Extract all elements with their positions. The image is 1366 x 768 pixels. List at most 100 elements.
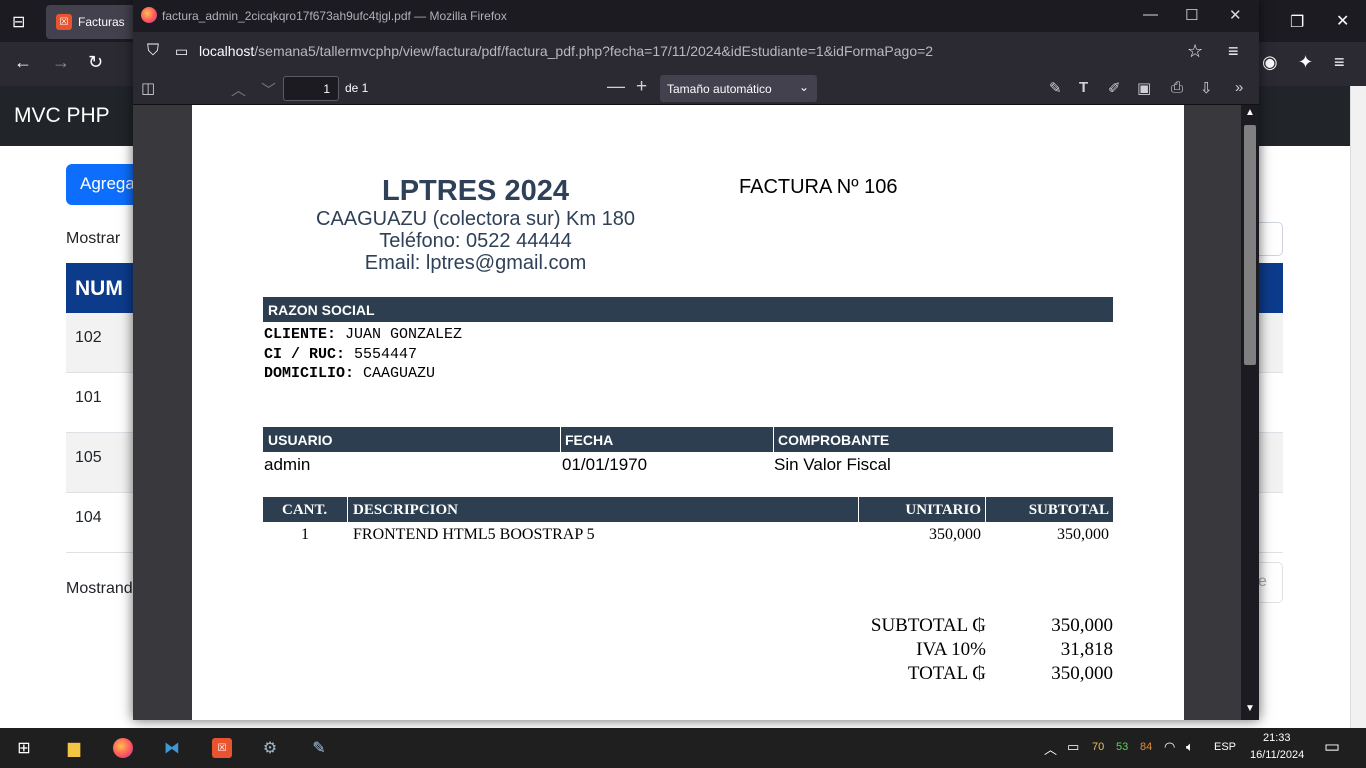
clock-time[interactable]: 21:33	[1263, 732, 1291, 744]
forward-icon[interactable]: →	[52, 52, 70, 73]
popup-title-bar: factura_admin_2cicqkqro17f673ah9ufc4tjgl…	[133, 0, 1259, 32]
client-line: CLIENTE: JUAN GONZALEZ	[264, 326, 462, 343]
zoom-in-icon[interactable]: +	[636, 76, 647, 98]
brand[interactable]: MVC PHP	[14, 104, 110, 128]
next-page-icon[interactable]: ﹀	[261, 79, 276, 100]
table-row-end	[1258, 433, 1283, 493]
page-icon: ▭	[175, 43, 188, 60]
notifications-icon[interactable]: ▭	[1324, 737, 1340, 757]
disk-temp: 84	[1140, 741, 1152, 753]
previous-page-icon[interactable]: ︿	[231, 79, 246, 100]
windows-start-icon[interactable]: ⊞	[12, 736, 36, 760]
item-subtotal: 350,000	[1057, 526, 1109, 544]
domicilio-value: CAAGUAZU	[363, 365, 435, 382]
meta-usuario: admin	[264, 455, 310, 475]
items-header-unit: UNITARIO	[905, 502, 981, 519]
meta-comprobante: Sin Valor Fiscal	[774, 455, 891, 475]
url-bar: ⛉ ▭ localhost/semana5/tallermvcphp/view/…	[133, 32, 1259, 72]
language-indicator[interactable]: ESP	[1214, 741, 1236, 753]
popup-title: factura_admin_2cicqkqro17f673ah9ufc4tjgl…	[162, 9, 507, 23]
ruc-value: 5554447	[354, 346, 417, 363]
close-icon[interactable]: ✕	[1229, 6, 1242, 24]
scroll-up-icon[interactable]: ▲	[1245, 107, 1255, 118]
pager-next[interactable]: e	[1258, 562, 1283, 603]
image-icon[interactable]: ▣	[1137, 79, 1151, 97]
bookmark-star-icon[interactable]: ☆	[1187, 41, 1203, 62]
total-label: TOTAL ₲	[908, 663, 986, 685]
invoice-page: LPTRES 2024 CAAGUAZU (colectora sur) Km …	[192, 105, 1184, 720]
tab-label: Facturas	[78, 15, 125, 29]
pdf-scroll-thumb[interactable]	[1244, 125, 1256, 365]
minimize-icon[interactable]: —	[1143, 6, 1158, 23]
zoom-select[interactable]: Tamaño automático ⌄	[660, 75, 817, 102]
file-explorer-icon[interactable]: ▆	[62, 736, 86, 760]
divider	[985, 497, 986, 522]
total-value: 350,000	[1051, 663, 1113, 685]
domicilio-label: DOMICILIO:	[264, 365, 354, 382]
xampp-taskbar-icon[interactable]: ☒	[210, 736, 234, 760]
highlight-icon[interactable]: ✎	[1049, 79, 1062, 97]
clock-date[interactable]: 16/11/2024	[1250, 749, 1304, 761]
firefox-taskbar-icon[interactable]	[111, 736, 135, 760]
table-row-end	[1258, 313, 1283, 373]
item-qty: 1	[301, 526, 309, 544]
maximize-icon[interactable]: ☐	[1185, 6, 1198, 24]
vscode-icon[interactable]: ⧓	[160, 736, 184, 760]
items-header-cant: CANT.	[282, 502, 327, 519]
url-input[interactable]: ▭ localhost/semana5/tallermvcphp/view/fa…	[169, 38, 1209, 66]
company-phone: Teléfono: 0522 44444	[192, 230, 759, 253]
account-icon[interactable]: ◉	[1262, 52, 1278, 73]
search-input[interactable]	[1258, 222, 1283, 256]
menu-icon[interactable]: ≡	[1228, 41, 1239, 62]
save-icon[interactable]: ⇩	[1200, 79, 1213, 97]
reload-icon[interactable]: ↻	[88, 52, 103, 73]
scroll-down-icon[interactable]: ▼	[1245, 703, 1255, 714]
page-scrollbar[interactable]	[1350, 86, 1366, 728]
tab-list-icon[interactable]: ⊟	[12, 12, 25, 32]
pdf-toolbar: ◫ ︿ ﹀ 1 de 1 — + Tamaño automático ⌄ ✎ T…	[133, 72, 1259, 105]
items-header-subtotal: SUBTOTAL	[1029, 502, 1109, 519]
pdf-viewer: LPTRES 2024 CAAGUAZU (colectora sur) Km …	[133, 105, 1241, 720]
extensions-icon[interactable]: ✦	[1298, 52, 1313, 73]
razon-social-header: RAZON SOCIAL	[263, 297, 1113, 322]
menu-icon[interactable]: ≡	[1334, 52, 1345, 73]
meta-header-fecha: FECHA	[565, 432, 613, 448]
divider	[858, 497, 859, 522]
page-number-input[interactable]: 1	[283, 76, 339, 101]
table-row-end	[1258, 373, 1283, 433]
text-icon[interactable]: T	[1079, 79, 1088, 96]
firefox-icon	[141, 7, 157, 23]
chevron-down-icon: ⌄	[799, 80, 809, 94]
client-label: CLIENTE:	[264, 326, 336, 343]
battery-icon[interactable]: ▭	[1067, 739, 1079, 755]
back-icon[interactable]: ←	[14, 52, 32, 73]
wifi-icon[interactable]: ◠	[1164, 739, 1175, 755]
company-name: LPTRES 2024	[192, 175, 759, 208]
meta-fecha: 01/01/1970	[562, 455, 647, 475]
item-desc: FRONTEND HTML5 BOOSTRAP 5	[353, 526, 595, 544]
zoom-out-icon[interactable]: —	[607, 76, 625, 97]
razon-social-label: RAZON SOCIAL	[268, 302, 375, 318]
print-icon[interactable]: ⎙	[1171, 79, 1183, 96]
paint-icon[interactable]: ✎	[307, 736, 331, 760]
taskbar: ⊞ ▆ ⧓ ☒ ⚙ ✎ ︿ ▭ 70 53 84 ◠ 🔈︎ ESP 21:33 …	[0, 728, 1366, 768]
volume-muted-icon[interactable]: 🔈︎	[1186, 739, 1194, 755]
draw-icon[interactable]: ✐	[1108, 79, 1121, 97]
more-tools-icon[interactable]: »	[1235, 79, 1243, 96]
url-path: /semana5/tallermvcphp/view/factura/pdf/f…	[254, 43, 933, 59]
tray-chevron-up-icon[interactable]: ︿	[1044, 739, 1057, 758]
shield-icon[interactable]: ⛉	[147, 42, 159, 60]
client-value: JUAN GONZALEZ	[345, 326, 462, 343]
showing-entries-label: Mostrand	[66, 580, 133, 598]
sidebar-toggle-icon[interactable]: ◫	[141, 79, 155, 97]
subtotal-value: 350,000	[1051, 615, 1113, 637]
settings-gear-icon[interactable]: ⚙	[258, 736, 282, 760]
iva-label: IVA 10%	[916, 639, 986, 661]
tab-facturas[interactable]: ☒ Facturas	[46, 5, 136, 39]
pdf-scrollbar[interactable]: ▲ ▼	[1241, 105, 1259, 720]
divider	[773, 427, 774, 452]
table-header-sort[interactable]	[1258, 263, 1283, 313]
close-icon[interactable]: ✕	[1336, 11, 1349, 31]
restore-icon[interactable]: ❐	[1290, 12, 1304, 32]
ruc-label: CI / RUC:	[264, 346, 345, 363]
